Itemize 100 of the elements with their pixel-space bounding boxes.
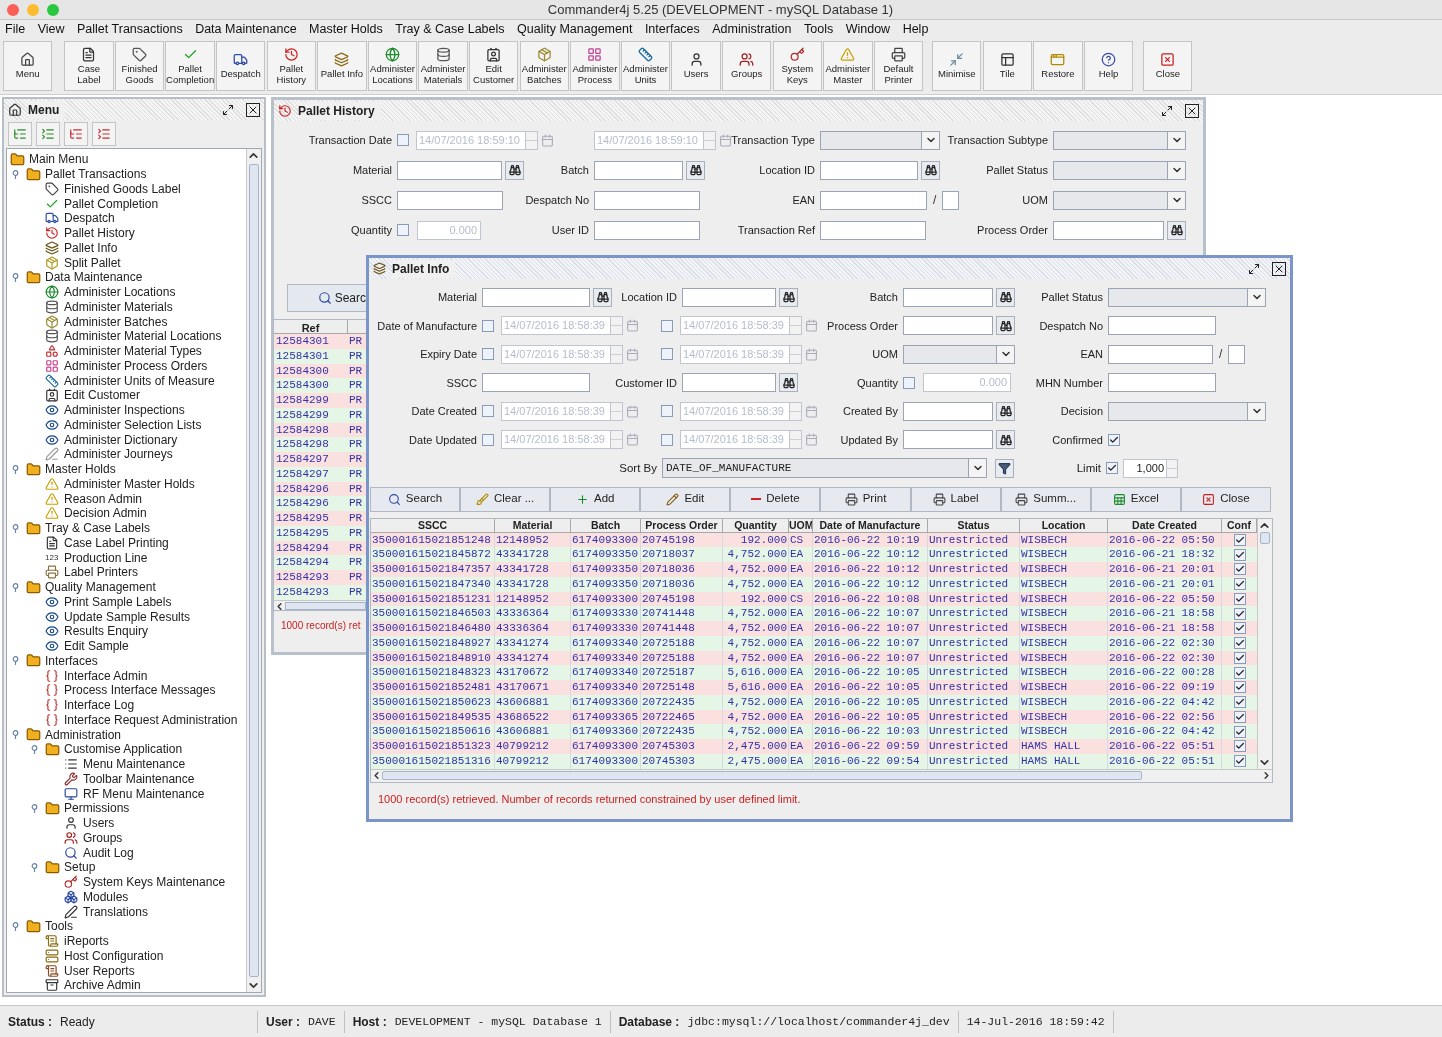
lookup-button[interactable] xyxy=(686,160,705,180)
checkbox[interactable] xyxy=(1233,637,1246,650)
expand-toggle-icon[interactable] xyxy=(12,272,19,282)
checkbox[interactable] xyxy=(661,319,673,332)
expand-toggle-icon[interactable] xyxy=(12,921,19,931)
spinner[interactable] xyxy=(611,316,623,336)
checkbox[interactable] xyxy=(1233,592,1246,605)
checkbox[interactable] xyxy=(661,405,673,418)
expand-toggle-icon[interactable] xyxy=(12,523,19,533)
menu-item[interactable]: Tray & Case Labels xyxy=(395,19,505,39)
spinner[interactable] xyxy=(526,130,538,150)
checkbox[interactable] xyxy=(1233,696,1246,709)
toolbar-button[interactable]: Users xyxy=(671,41,721,91)
spinner[interactable] xyxy=(790,401,802,421)
toolbar-button[interactable]: Menu xyxy=(3,41,53,91)
toolbar-button[interactable]: Administer Materials xyxy=(418,41,468,91)
spinner[interactable] xyxy=(704,130,716,150)
close-window-button[interactable] xyxy=(7,3,19,16)
toolbar-button[interactable]: Edit Customer xyxy=(469,41,519,91)
toolbar-button[interactable]: Help xyxy=(1083,41,1134,91)
menu-item[interactable]: Help xyxy=(902,19,929,39)
input-field[interactable] xyxy=(397,160,502,180)
dropdown[interactable] xyxy=(1053,130,1186,150)
number-field[interactable]: 1,000 xyxy=(1123,458,1167,478)
menu-item[interactable]: Pallet Transactions xyxy=(77,19,183,39)
checkbox[interactable] xyxy=(1233,725,1246,738)
action-button[interactable]: Add xyxy=(550,486,641,512)
spinner[interactable] xyxy=(790,316,802,336)
toolbar-button[interactable]: Administer Master xyxy=(823,41,873,91)
action-button[interactable]: Search xyxy=(370,486,461,512)
tree-tool-button[interactable] xyxy=(8,122,32,146)
checkbox[interactable] xyxy=(397,224,409,236)
toolbar-button[interactable]: Groups xyxy=(722,41,772,91)
action-button[interactable]: Excel xyxy=(1090,486,1181,512)
action-button[interactable]: Close xyxy=(1180,486,1271,512)
input-field[interactable] xyxy=(1108,373,1216,393)
input-field[interactable] xyxy=(942,190,960,210)
checkbox[interactable] xyxy=(661,348,673,361)
tree-tool-button[interactable] xyxy=(64,122,88,146)
checkbox[interactable] xyxy=(903,376,915,389)
toolbar-button[interactable]: Administer Units xyxy=(620,41,671,91)
lookup-button[interactable] xyxy=(921,160,940,180)
checkbox[interactable] xyxy=(1233,666,1246,679)
input-field[interactable] xyxy=(1053,220,1164,240)
toolbar-button[interactable]: Finished Goods xyxy=(114,41,165,91)
spinner[interactable] xyxy=(611,344,623,364)
input-field[interactable] xyxy=(594,190,700,210)
history-search-button[interactable]: Searc xyxy=(287,284,367,312)
action-button[interactable]: Clear ... xyxy=(460,486,551,512)
checkbox[interactable] xyxy=(397,134,409,146)
toolbar-button[interactable]: Close xyxy=(1143,41,1193,91)
input-field[interactable] xyxy=(594,160,683,180)
column-header[interactable]: Batch xyxy=(571,518,641,532)
toolbar-button[interactable]: Pallet History xyxy=(266,41,316,91)
spinner[interactable] xyxy=(611,430,623,450)
close-icon[interactable] xyxy=(246,102,260,117)
sort-dropdown[interactable]: DATE_OF_MANUFACTURE xyxy=(662,458,987,479)
expand-toggle-icon[interactable] xyxy=(12,169,19,179)
menu-item[interactable]: View xyxy=(37,19,65,39)
tree-item[interactable]: Translations xyxy=(83,902,148,921)
vertical-scrollbar[interactable] xyxy=(1257,518,1272,769)
column-header[interactable]: Process Order xyxy=(641,518,723,532)
input-field[interactable] xyxy=(820,190,927,210)
checkbox[interactable] xyxy=(1233,578,1246,591)
menu-item[interactable]: Window xyxy=(845,19,891,39)
action-button[interactable]: Print xyxy=(820,486,911,512)
expand-toggle-icon[interactable] xyxy=(31,744,38,754)
toolbar-button[interactable]: System Keys xyxy=(772,41,822,91)
tree-tool-button[interactable] xyxy=(36,122,60,146)
input-field[interactable] xyxy=(1108,344,1213,364)
lookup-button[interactable] xyxy=(1167,220,1186,240)
zoom-window-button[interactable] xyxy=(47,3,59,16)
lookup-button[interactable] xyxy=(996,287,1015,307)
menu-item[interactable]: Tools xyxy=(804,19,834,39)
input-field[interactable] xyxy=(903,401,993,421)
toolbar-button[interactable]: Pallet Info xyxy=(317,41,367,91)
checkbox[interactable] xyxy=(482,348,494,361)
restore-icon[interactable] xyxy=(1248,262,1260,275)
action-button[interactable]: Edit xyxy=(640,486,731,512)
column-header[interactable]: Date of Manufacture xyxy=(813,518,928,532)
input-field[interactable] xyxy=(903,287,993,307)
checkbox[interactable] xyxy=(1233,710,1246,723)
sort-direction-button[interactable] xyxy=(995,458,1014,478)
dropdown[interactable] xyxy=(903,344,1015,364)
input-field[interactable] xyxy=(820,220,926,240)
lookup-button[interactable] xyxy=(505,160,524,180)
checkbox[interactable] xyxy=(1108,433,1120,446)
menu-item[interactable]: Interfaces xyxy=(644,19,700,39)
toolbar-button[interactable]: Case Label xyxy=(64,41,114,91)
spinner[interactable] xyxy=(611,401,623,421)
action-button[interactable]: Delete xyxy=(730,486,821,512)
toolbar-button[interactable]: Default Printer xyxy=(873,41,924,91)
dropdown[interactable] xyxy=(1108,287,1266,307)
vertical-scrollbar[interactable] xyxy=(246,149,261,992)
tree-item[interactable]: Archive Admin xyxy=(64,976,141,992)
input-field[interactable] xyxy=(903,430,993,450)
horizontal-scrollbar[interactable] xyxy=(274,599,366,610)
checkbox[interactable] xyxy=(482,433,494,446)
checkbox[interactable] xyxy=(482,405,494,418)
menu-item[interactable]: Master Holds xyxy=(309,19,383,39)
